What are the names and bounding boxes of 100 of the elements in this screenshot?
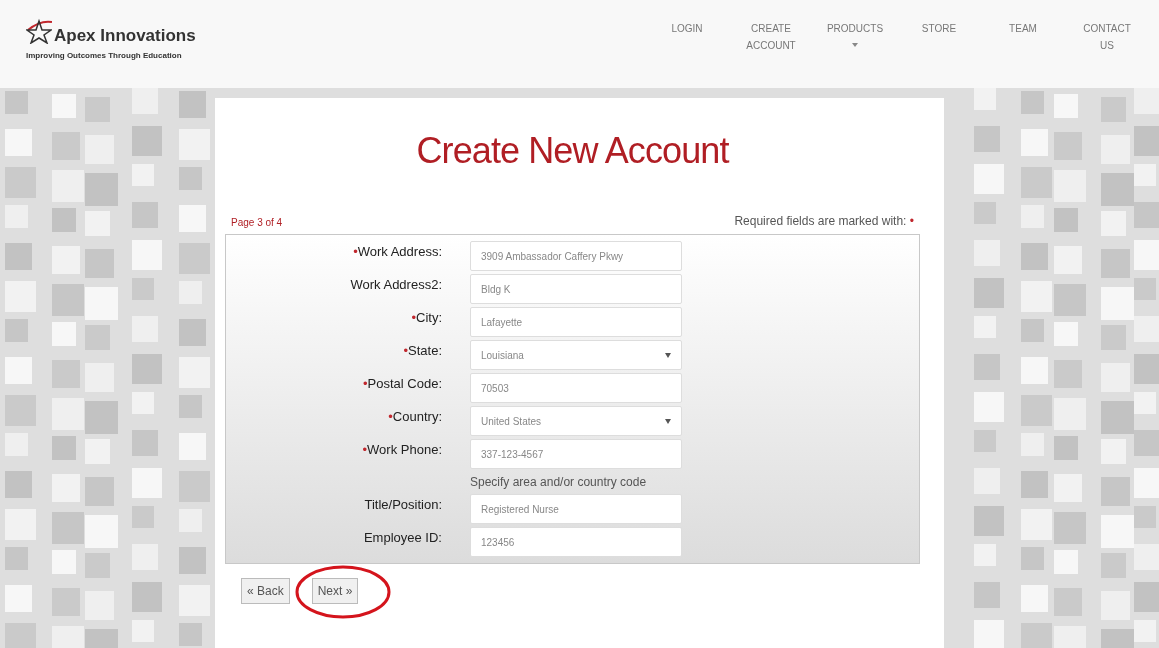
background-tile xyxy=(85,629,118,648)
background-tile xyxy=(5,319,28,342)
background-tile xyxy=(1021,547,1044,570)
background-tile xyxy=(1054,436,1078,460)
background-tile xyxy=(85,515,118,548)
background-tile xyxy=(132,126,162,156)
logo-tagline: Improving Outcomes Through Education xyxy=(26,50,183,62)
background-tile xyxy=(1021,319,1044,342)
background-tile xyxy=(1101,515,1134,548)
background-tile xyxy=(132,582,162,612)
background-tile xyxy=(52,94,76,118)
background-tile xyxy=(179,319,206,346)
background-tile xyxy=(5,471,32,498)
background-tile xyxy=(1134,544,1159,570)
select-field[interactable]: Louisiana xyxy=(470,340,682,370)
background-tile xyxy=(179,395,202,418)
background-tile xyxy=(1134,468,1159,498)
background-tile xyxy=(1101,249,1130,278)
background-tile xyxy=(132,202,158,228)
background-tile xyxy=(1134,202,1159,228)
field-label: •Country: xyxy=(387,408,442,426)
input-field[interactable]: Registered Nurse xyxy=(470,494,682,524)
background-tile xyxy=(52,436,76,460)
input-field[interactable]: 337-123-4567 xyxy=(470,439,682,469)
select-field[interactable]: United States xyxy=(470,406,682,436)
nav-button[interactable]: Next » xyxy=(311,578,359,604)
background-tile xyxy=(85,287,118,320)
page-title: Create New Account xyxy=(415,129,731,173)
field-label: •Postal Code: xyxy=(362,375,442,393)
background-tile xyxy=(1021,585,1048,612)
background-tile xyxy=(5,547,28,570)
background-tile xyxy=(1054,512,1086,544)
background-tile xyxy=(52,550,76,574)
background-tile xyxy=(179,623,202,646)
background-tile xyxy=(179,205,206,232)
background-tile xyxy=(5,243,32,270)
background-tile xyxy=(1134,430,1159,456)
page-indicator: Page 3 of 4 xyxy=(231,216,283,230)
input-field[interactable]: 3909 Ambassador Caffery Pkwy xyxy=(470,241,682,271)
background-tile xyxy=(52,626,84,648)
background-tile xyxy=(974,354,1000,380)
nav-link[interactable]: TEAM xyxy=(997,20,1049,54)
background-tile xyxy=(1134,392,1156,414)
background-tile xyxy=(974,620,1004,648)
background-tile xyxy=(5,129,32,156)
field-label: •Work Address: xyxy=(352,243,442,261)
background-tile xyxy=(1054,322,1078,346)
background-tile xyxy=(1021,471,1048,498)
background-tile xyxy=(1134,620,1156,642)
background-tile xyxy=(85,249,114,278)
field-label: Work Address2: xyxy=(349,276,442,294)
background-tile xyxy=(52,284,84,316)
nav-link[interactable]: LOGIN xyxy=(661,20,713,54)
background-tile xyxy=(132,468,162,498)
field-label: Title/Position: xyxy=(363,496,442,514)
background-tile xyxy=(1101,401,1134,434)
input-field[interactable]: Bldg K xyxy=(470,274,682,304)
background-tile xyxy=(52,398,84,430)
field-label: Employee ID: xyxy=(362,529,442,547)
nav-link[interactable]: CREATE ACCOUNT xyxy=(745,20,797,54)
background-tile xyxy=(974,582,1000,608)
background-tile xyxy=(974,164,1004,194)
background-tile xyxy=(85,173,118,206)
background-tile xyxy=(132,354,162,384)
background-tile xyxy=(1021,243,1048,270)
input-field[interactable]: 70503 xyxy=(470,373,682,403)
background-tile xyxy=(179,433,206,460)
background-tile xyxy=(1021,129,1048,156)
nav-link[interactable]: STORE xyxy=(913,20,965,54)
background-tile xyxy=(52,170,84,202)
background-tile xyxy=(1134,316,1159,342)
background-tile xyxy=(179,91,206,118)
field-label: •State: xyxy=(402,342,442,360)
input-field[interactable]: 123456 xyxy=(470,527,682,557)
star-swoosh-icon xyxy=(26,18,52,44)
background-tile xyxy=(1054,550,1078,574)
input-field[interactable]: Lafayette xyxy=(470,307,682,337)
nav-link[interactable]: PRODUCTS xyxy=(829,20,881,54)
caret-icon xyxy=(665,352,671,358)
background-tile xyxy=(1134,240,1159,270)
background-tile xyxy=(1134,506,1156,528)
background-tile xyxy=(1101,477,1130,506)
background-tile xyxy=(52,512,84,544)
background-tile xyxy=(5,91,28,114)
background-tile xyxy=(1021,91,1044,114)
background-tile xyxy=(52,208,76,232)
background-tile xyxy=(1054,94,1078,118)
background-tile xyxy=(974,392,1004,422)
background-tile xyxy=(974,126,1000,152)
background-tile xyxy=(1134,126,1159,156)
nav-link[interactable]: CONTACT US xyxy=(1081,20,1133,54)
background-tile xyxy=(974,506,1004,536)
background-tile xyxy=(132,430,158,456)
background-tile xyxy=(132,240,162,270)
field-label: •Work Phone: xyxy=(361,441,442,459)
background-tile xyxy=(52,322,76,346)
nav-button[interactable]: « Back xyxy=(241,578,290,604)
required-note: Required fields are marked with: • xyxy=(734,213,914,230)
background-tile xyxy=(1054,208,1078,232)
caret-icon xyxy=(665,418,671,424)
